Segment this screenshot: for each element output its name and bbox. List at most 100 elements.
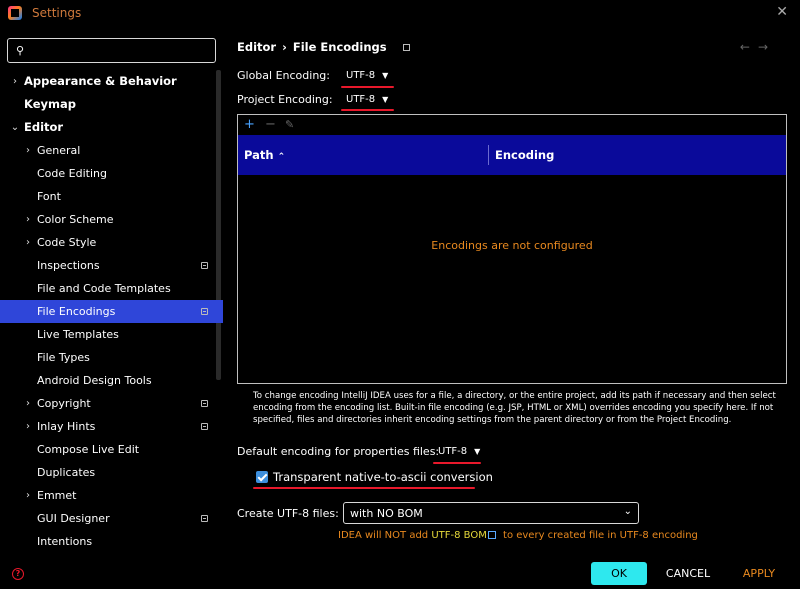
chevron-right-icon[interactable]: › (23, 231, 33, 254)
bom-select[interactable]: with NO BOM ⌄ (343, 502, 639, 524)
sidebar-item-gui-designer[interactable]: GUI Designer (0, 507, 223, 530)
project-encoding-combo[interactable]: UTF-8 ▼ (346, 94, 388, 105)
empty-table-message: Encodings are not configured (431, 239, 593, 252)
sidebar-item-label: File and Code Templates (37, 282, 171, 295)
breadcrumb-current: File Encodings (292, 40, 387, 54)
sidebar-item-appearance-behavior[interactable]: › Appearance & Behavior (0, 70, 223, 93)
sidebar-item-label: Code Style (37, 236, 97, 249)
chevron-right-icon[interactable]: › (23, 139, 33, 162)
project-level-icon (201, 262, 208, 269)
annotation-underline (341, 109, 394, 111)
properties-encoding-value: UTF-8 (438, 446, 468, 457)
settings-search-input[interactable]: ⚲ (7, 38, 216, 63)
project-level-icon (201, 515, 208, 522)
sidebar-item-inlay-hints[interactable]: › Inlay Hints (0, 415, 223, 438)
sidebar-item-label: Editor (24, 120, 64, 134)
annotation-underline (253, 487, 475, 489)
project-level-icon (201, 423, 208, 430)
settings-sidebar: ⚲ › Appearance & Behavior Keymap ⌄ Edito… (0, 26, 223, 553)
sidebar-item-general[interactable]: › General (0, 139, 223, 162)
forward-arrow-icon[interactable]: → (758, 40, 776, 54)
sidebar-item-code-style[interactable]: › Code Style (0, 231, 223, 254)
sidebar-item-file-encodings[interactable]: File Encodings (0, 300, 223, 323)
table-header: Path ⌃ Encoding (238, 135, 786, 175)
cancel-button[interactable]: CANCEL (659, 562, 717, 585)
chevron-right-icon[interactable]: › (23, 208, 33, 231)
project-level-icon (402, 44, 410, 51)
sidebar-item-label: File Types (37, 351, 90, 364)
chevron-right-icon[interactable]: › (10, 70, 20, 93)
breadcrumb: Editor › File Encodings (237, 40, 410, 54)
chevron-right-icon[interactable]: › (23, 392, 33, 415)
sidebar-item-emmet[interactable]: › Emmet (0, 484, 223, 507)
bom-note-prefix: IDEA will NOT add (338, 530, 432, 541)
ok-button[interactable]: OK (591, 562, 647, 585)
create-utf8-label: Create UTF-8 files: (237, 507, 339, 520)
encodings-table: + − ✎ Path ⌃ Encoding Encodings are not … (237, 114, 787, 384)
sidebar-item-file-code-templates[interactable]: File and Code Templates (0, 277, 223, 300)
project-level-icon (201, 308, 208, 315)
sidebar-item-label: Inlay Hints (37, 420, 96, 433)
search-icon: ⚲ (16, 44, 25, 57)
apply-button[interactable]: APPLY (731, 562, 787, 585)
annotation-underline (341, 86, 394, 88)
sidebar-item-label: Keymap (24, 97, 76, 111)
dropdown-arrow-icon: ▼ (474, 447, 481, 456)
external-link-icon[interactable] (487, 531, 496, 539)
properties-encoding-label: Default encoding for properties files: (237, 445, 440, 458)
sidebar-item-file-types[interactable]: File Types (0, 346, 223, 369)
sidebar-item-android-design-tools[interactable]: Android Design Tools (0, 369, 223, 392)
edit-icon[interactable]: ✎ (285, 118, 294, 131)
sidebar-item-code-editing[interactable]: Code Editing (0, 162, 223, 185)
chevron-right-icon[interactable]: › (23, 484, 33, 507)
close-icon[interactable]: ✕ (776, 4, 788, 20)
sidebar-item-font[interactable]: Font (0, 185, 223, 208)
table-toolbar: + − ✎ (238, 115, 786, 135)
file-encodings-panel: Editor › File Encodings ←→ Global Encoding… (224, 26, 800, 553)
bom-note-suffix: to every created file in UTF-8 encoding (499, 530, 698, 541)
history-nav: ←→ (740, 40, 776, 54)
annotation-underline (433, 462, 481, 464)
chevron-down-icon[interactable]: ⌄ (10, 116, 20, 139)
sidebar-item-label: Compose Live Edit (37, 443, 140, 456)
global-encoding-label: Global Encoding: (237, 69, 330, 82)
sidebar-item-label: Font (37, 190, 61, 203)
chevron-right-icon[interactable]: › (23, 415, 33, 438)
sidebar-item-label: Duplicates (37, 466, 96, 479)
sidebar-item-duplicates[interactable]: Duplicates (0, 461, 223, 484)
global-encoding-combo[interactable]: UTF-8 ▼ (346, 70, 388, 81)
column-header-path[interactable]: Path ⌃ (244, 148, 285, 162)
sidebar-item-copyright[interactable]: › Copyright (0, 392, 223, 415)
dropdown-arrow-icon: ▼ (382, 95, 389, 104)
sidebar-item-label: Live Templates (37, 328, 119, 341)
properties-encoding-combo[interactable]: UTF-8 ▼ (438, 446, 480, 457)
help-icon[interactable]: ? (12, 568, 24, 580)
sidebar-item-label: Appearance & Behavior (24, 74, 177, 88)
sidebar-item-color-scheme[interactable]: › Color Scheme (0, 208, 223, 231)
native-to-ascii-label[interactable]: Transparent native-to-ascii conversion (273, 470, 493, 484)
project-encoding-label: Project Encoding: (237, 93, 333, 106)
column-divider[interactable] (488, 145, 489, 165)
sidebar-item-keymap[interactable]: Keymap (0, 93, 223, 116)
sidebar-item-editor[interactable]: ⌄ Editor (0, 116, 223, 139)
sidebar-item-inspections[interactable]: Inspections (0, 254, 223, 277)
back-arrow-icon[interactable]: ← (740, 40, 758, 54)
native-to-ascii-checkbox[interactable] (256, 471, 268, 483)
dropdown-arrow-icon: ▼ (382, 71, 389, 80)
breadcrumb-separator: › (282, 40, 287, 54)
sidebar-item-intentions[interactable]: Intentions (0, 530, 223, 553)
sidebar-item-live-templates[interactable]: Live Templates (0, 323, 223, 346)
column-header-encoding[interactable]: Encoding (495, 148, 554, 162)
breadcrumb-parent[interactable]: Editor (237, 40, 276, 54)
bom-select-value: with NO BOM (350, 507, 423, 520)
sidebar-item-label: Color Scheme (37, 213, 114, 226)
remove-icon[interactable]: − (265, 117, 276, 132)
add-icon[interactable]: + (244, 117, 255, 132)
utf8-bom-link[interactable]: UTF-8 BOM (431, 530, 487, 541)
sidebar-item-label: General (37, 144, 81, 157)
global-encoding-value: UTF-8 (346, 70, 376, 81)
title-bar: Settings ✕ (0, 0, 800, 26)
bom-note: IDEA will NOT add UTF-8 BOM to every cre… (338, 530, 698, 541)
sidebar-item-label: Copyright (37, 397, 91, 410)
sidebar-item-compose-live-edit[interactable]: Compose Live Edit (0, 438, 223, 461)
